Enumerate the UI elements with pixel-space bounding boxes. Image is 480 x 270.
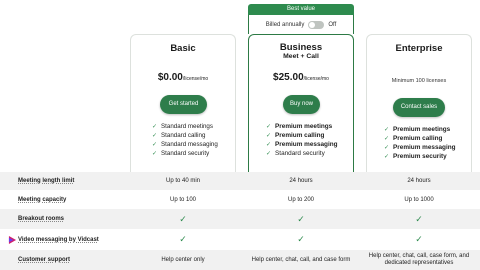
check-icon: ✓ <box>384 145 390 151</box>
best-value-badge: Best value <box>248 4 354 15</box>
check-icon: ✓ <box>152 133 158 139</box>
cell-value: 24 hours <box>289 178 313 184</box>
check-icon: ✓ <box>415 213 423 224</box>
row-video-messaging: Video messaging by Vidcast ✓ ✓ ✓ <box>0 229 480 250</box>
check-icon: ✓ <box>415 234 423 244</box>
check-icon: ✓ <box>384 154 390 160</box>
feature-item: ✓ Standard security <box>266 150 325 157</box>
feature-item: ✓ Standard messaging <box>152 141 218 148</box>
feature-item: ✓ Standard meetings <box>152 123 213 130</box>
row-meeting-length: Meeting length limit Up to 40 min 24 hou… <box>0 172 480 190</box>
plan-header-business: Business Meet + Call <box>248 42 354 60</box>
billing-toggle[interactable] <box>308 20 325 29</box>
feature-item: ✓ Standard security <box>152 150 210 157</box>
price-amount: $25.00 <box>273 72 304 83</box>
plan-subtitle: Meet + Call <box>283 53 319 60</box>
feature-item: ✓ Premium messaging <box>384 144 456 151</box>
price-amount: $0.00 <box>157 72 183 83</box>
check-icon: ✓ <box>179 213 187 224</box>
check-icon: ✓ <box>266 124 272 130</box>
get-started-button[interactable]: Get started <box>160 95 207 114</box>
cell-value: Help center, chat, call, and case form <box>251 257 351 263</box>
check-icon: ✓ <box>152 151 158 157</box>
plan-header-enterprise: Enterprise <box>366 43 472 54</box>
cell-value: Up to 100 <box>169 196 197 203</box>
feature-item: ✓ Premium messaging <box>266 141 338 148</box>
check-icon: ✓ <box>297 234 305 244</box>
cell-value: Up to 1000 <box>404 196 434 203</box>
row-breakout-rooms: Breakout rooms ✓ ✓ ✓ <box>0 209 480 229</box>
row-customer-support: Customer support Help center only Help c… <box>0 250 480 270</box>
enterprise-note: Minimum 100 licenses <box>366 69 472 87</box>
plan-name: Enterprise <box>395 43 443 54</box>
check-icon: ✓ <box>179 234 187 244</box>
minimum-licenses-note: Minimum 100 licenses <box>391 78 447 84</box>
toggle-state-label: Off <box>328 21 337 28</box>
price-business: $25.00/license/mo <box>248 67 354 85</box>
check-icon: ✓ <box>384 136 390 142</box>
feature-item: ✓ Premium calling <box>266 132 325 139</box>
cell-value: Help center, chat, call, case form, and … <box>368 252 470 267</box>
cell-value: Up to 40 min <box>165 178 201 184</box>
buy-now-button[interactable]: Buy now <box>283 95 320 114</box>
row-label[interactable]: Meeting length limit <box>18 178 74 184</box>
plan-name: Basic <box>170 43 196 54</box>
vidcast-icon <box>8 235 17 244</box>
feature-item: ✓ Premium security <box>384 153 447 160</box>
check-icon: ✓ <box>266 133 272 139</box>
cell-value: Help center only <box>161 257 205 263</box>
enterprise-features: ✓ Premium meetings ✓ Premium calling ✓ Prem… <box>384 125 456 161</box>
billing-toggle-row: Billed annually Off <box>248 15 354 34</box>
check-icon: ✓ <box>384 127 390 133</box>
basic-features: ✓ Standard meetings ✓ Standard calling ✓ St… <box>152 122 218 158</box>
check-icon: ✓ <box>266 142 272 148</box>
cell-value: Up to 200 <box>287 196 315 203</box>
cell-value: 24 hours <box>407 178 431 184</box>
check-icon: ✓ <box>266 151 272 157</box>
check-icon: ✓ <box>152 124 158 130</box>
billed-annually-label: Billed annually <box>265 21 305 28</box>
price-basic: $0.00/license/mo <box>130 67 236 85</box>
check-icon: ✓ <box>297 213 305 224</box>
row-label[interactable]: Customer support <box>18 257 70 263</box>
feature-item: ✓ Premium meetings <box>384 126 451 133</box>
feature-item: ✓ Standard calling <box>152 132 206 139</box>
row-meeting-capacity: Meeting capacity Up to 100 Up to 200 Up … <box>0 190 480 209</box>
plan-header-basic: Basic <box>130 43 236 54</box>
check-icon: ✓ <box>152 142 158 148</box>
price-unit: /license/mo <box>182 76 209 82</box>
feature-item: ✓ Premium calling <box>384 135 443 142</box>
price-unit: /license/mo <box>303 76 329 82</box>
business-features: ✓ Premium meetings ✓ Premium calling ✓ Prem… <box>266 122 338 158</box>
plan-name: Business <box>279 42 323 53</box>
row-label[interactable]: Meeting capacity <box>18 197 66 203</box>
contact-sales-button[interactable]: Contact sales <box>393 98 445 117</box>
row-label[interactable]: Video messaging by Vidcast <box>18 237 99 243</box>
row-label[interactable]: Breakout rooms <box>18 216 64 222</box>
feature-item: ✓ Premium meetings <box>266 123 333 130</box>
